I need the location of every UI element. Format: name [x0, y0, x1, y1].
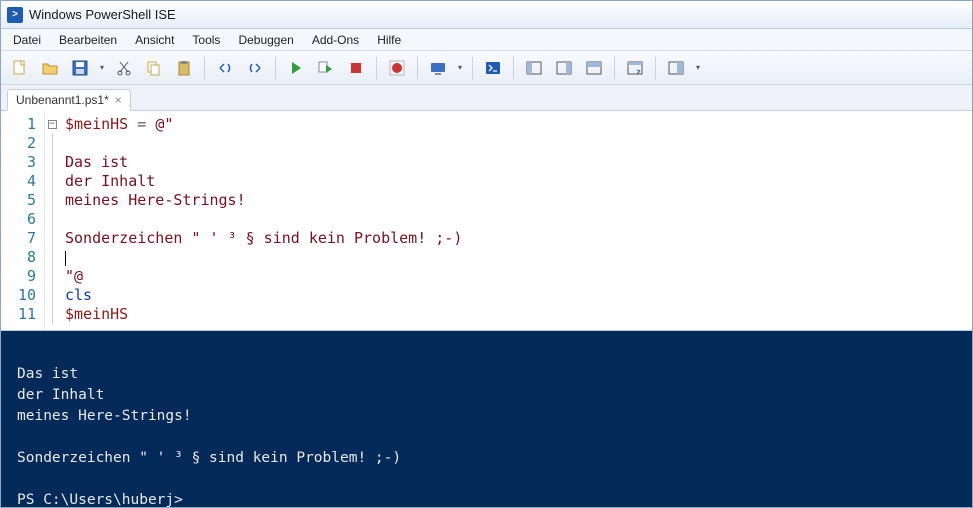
code-token: meines Here-Strings! — [65, 191, 246, 209]
line-number: 10 — [5, 286, 36, 305]
code-token: $meinHS — [65, 115, 128, 133]
code-line[interactable]: "@ — [65, 267, 966, 286]
fold-cell — [45, 248, 59, 267]
code-line[interactable]: der Inhalt — [65, 172, 966, 191]
file-tab[interactable]: Unbenannt1.ps1* × — [7, 89, 131, 111]
toolbar: ▾ ▾ ▾ — [1, 51, 972, 85]
line-number: 3 — [5, 153, 36, 172]
fold-cell — [45, 210, 59, 229]
undo-icon[interactable] — [212, 55, 238, 81]
title-bar: > Windows PowerShell ISE — [1, 1, 972, 29]
text-cursor — [65, 251, 66, 266]
code-token: $meinHS — [65, 305, 128, 323]
line-number: 1 — [5, 115, 36, 134]
code-token: "@ — [65, 267, 83, 285]
run-icon[interactable] — [283, 55, 309, 81]
fold-cell — [45, 267, 59, 286]
fold-toggle-icon[interactable]: − — [48, 120, 57, 129]
dropdown-caret-icon[interactable]: ▾ — [97, 63, 107, 72]
window-title: Windows PowerShell ISE — [29, 7, 176, 22]
stop-icon[interactable] — [343, 55, 369, 81]
fold-cell — [45, 229, 59, 248]
toolbar-separator — [275, 57, 276, 79]
code-line[interactable] — [65, 210, 966, 229]
console-pane[interactable]: Das ist der Inhalt meines Here-Strings! … — [1, 331, 972, 507]
close-tab-icon[interactable]: × — [115, 94, 122, 106]
code-token: @" — [155, 115, 173, 133]
copy-icon[interactable] — [141, 55, 167, 81]
paste-icon[interactable] — [171, 55, 197, 81]
line-number: 9 — [5, 267, 36, 286]
show-command-icon[interactable] — [663, 55, 689, 81]
menu-item-bearbeiten[interactable]: Bearbeiten — [51, 31, 125, 49]
code-line[interactable]: cls — [65, 286, 966, 305]
fold-cell — [45, 153, 59, 172]
code-token: = — [128, 115, 155, 133]
line-number: 2 — [5, 134, 36, 153]
line-number: 11 — [5, 305, 36, 324]
menu-item-add-ons[interactable]: Add-Ons — [304, 31, 367, 49]
code-token: der Inhalt — [65, 172, 155, 190]
code-line[interactable]: $meinHS = @" — [65, 115, 966, 134]
run-selection-icon[interactable] — [313, 55, 339, 81]
menu-item-debuggen[interactable]: Debuggen — [230, 31, 301, 49]
line-number: 8 — [5, 248, 36, 267]
line-number: 7 — [5, 229, 36, 248]
remote-icon[interactable] — [425, 55, 451, 81]
layout-top-icon[interactable] — [581, 55, 607, 81]
fold-cell: − — [45, 115, 59, 134]
code-line[interactable]: $meinHS — [65, 305, 966, 324]
cut-icon[interactable] — [111, 55, 137, 81]
breakpoint-icon[interactable] — [384, 55, 410, 81]
line-number-gutter: 1234567891011 — [1, 111, 45, 330]
powershell-icon[interactable] — [480, 55, 506, 81]
fold-cell — [45, 191, 59, 210]
menu-item-datei[interactable]: Datei — [5, 31, 49, 49]
line-number: 6 — [5, 210, 36, 229]
new-file-icon[interactable] — [7, 55, 33, 81]
code-line[interactable] — [65, 248, 966, 267]
menu-item-ansicht[interactable]: Ansicht — [127, 31, 182, 49]
redo-icon[interactable] — [242, 55, 268, 81]
toolbar-separator — [655, 57, 656, 79]
toolbar-separator — [614, 57, 615, 79]
tab-strip: Unbenannt1.ps1* × — [1, 85, 972, 111]
fold-column: − — [45, 111, 59, 330]
code-line[interactable] — [65, 134, 966, 153]
save-icon[interactable] — [67, 55, 93, 81]
fold-cell — [45, 286, 59, 305]
code-line[interactable]: Sonderzeichen " ' ³ § sind kein Problem!… — [65, 229, 966, 248]
toolbar-separator — [204, 57, 205, 79]
code-token: Sonderzeichen " ' ³ § sind kein Problem!… — [65, 229, 462, 247]
fold-cell — [45, 172, 59, 191]
open-file-icon[interactable] — [37, 55, 63, 81]
menu-bar: DateiBearbeitenAnsichtToolsDebuggenAdd-O… — [1, 29, 972, 51]
toolbar-separator — [472, 57, 473, 79]
code-area[interactable]: $meinHS = @" Das istder Inhaltmeines Here… — [59, 111, 972, 330]
show-script-icon[interactable] — [622, 55, 648, 81]
layout-right-icon[interactable] — [551, 55, 577, 81]
toolbar-separator — [513, 57, 514, 79]
fold-cell — [45, 134, 59, 153]
dropdown-caret-icon[interactable]: ▾ — [693, 63, 703, 72]
line-number: 5 — [5, 191, 36, 210]
app-icon: > — [7, 7, 23, 23]
menu-item-hilfe[interactable]: Hilfe — [369, 31, 409, 49]
code-token: Das ist — [65, 153, 128, 171]
fold-cell — [45, 305, 59, 324]
toolbar-separator — [417, 57, 418, 79]
line-number: 4 — [5, 172, 36, 191]
menu-item-tools[interactable]: Tools — [184, 31, 228, 49]
code-line[interactable]: meines Here-Strings! — [65, 191, 966, 210]
code-token: cls — [65, 286, 92, 304]
layout-left-icon[interactable] — [521, 55, 547, 81]
file-tab-label: Unbenannt1.ps1* — [16, 93, 109, 107]
dropdown-caret-icon[interactable]: ▾ — [455, 63, 465, 72]
script-editor[interactable]: 1234567891011 − $meinHS = @" Das istder I… — [1, 111, 972, 331]
toolbar-separator — [376, 57, 377, 79]
code-line[interactable]: Das ist — [65, 153, 966, 172]
